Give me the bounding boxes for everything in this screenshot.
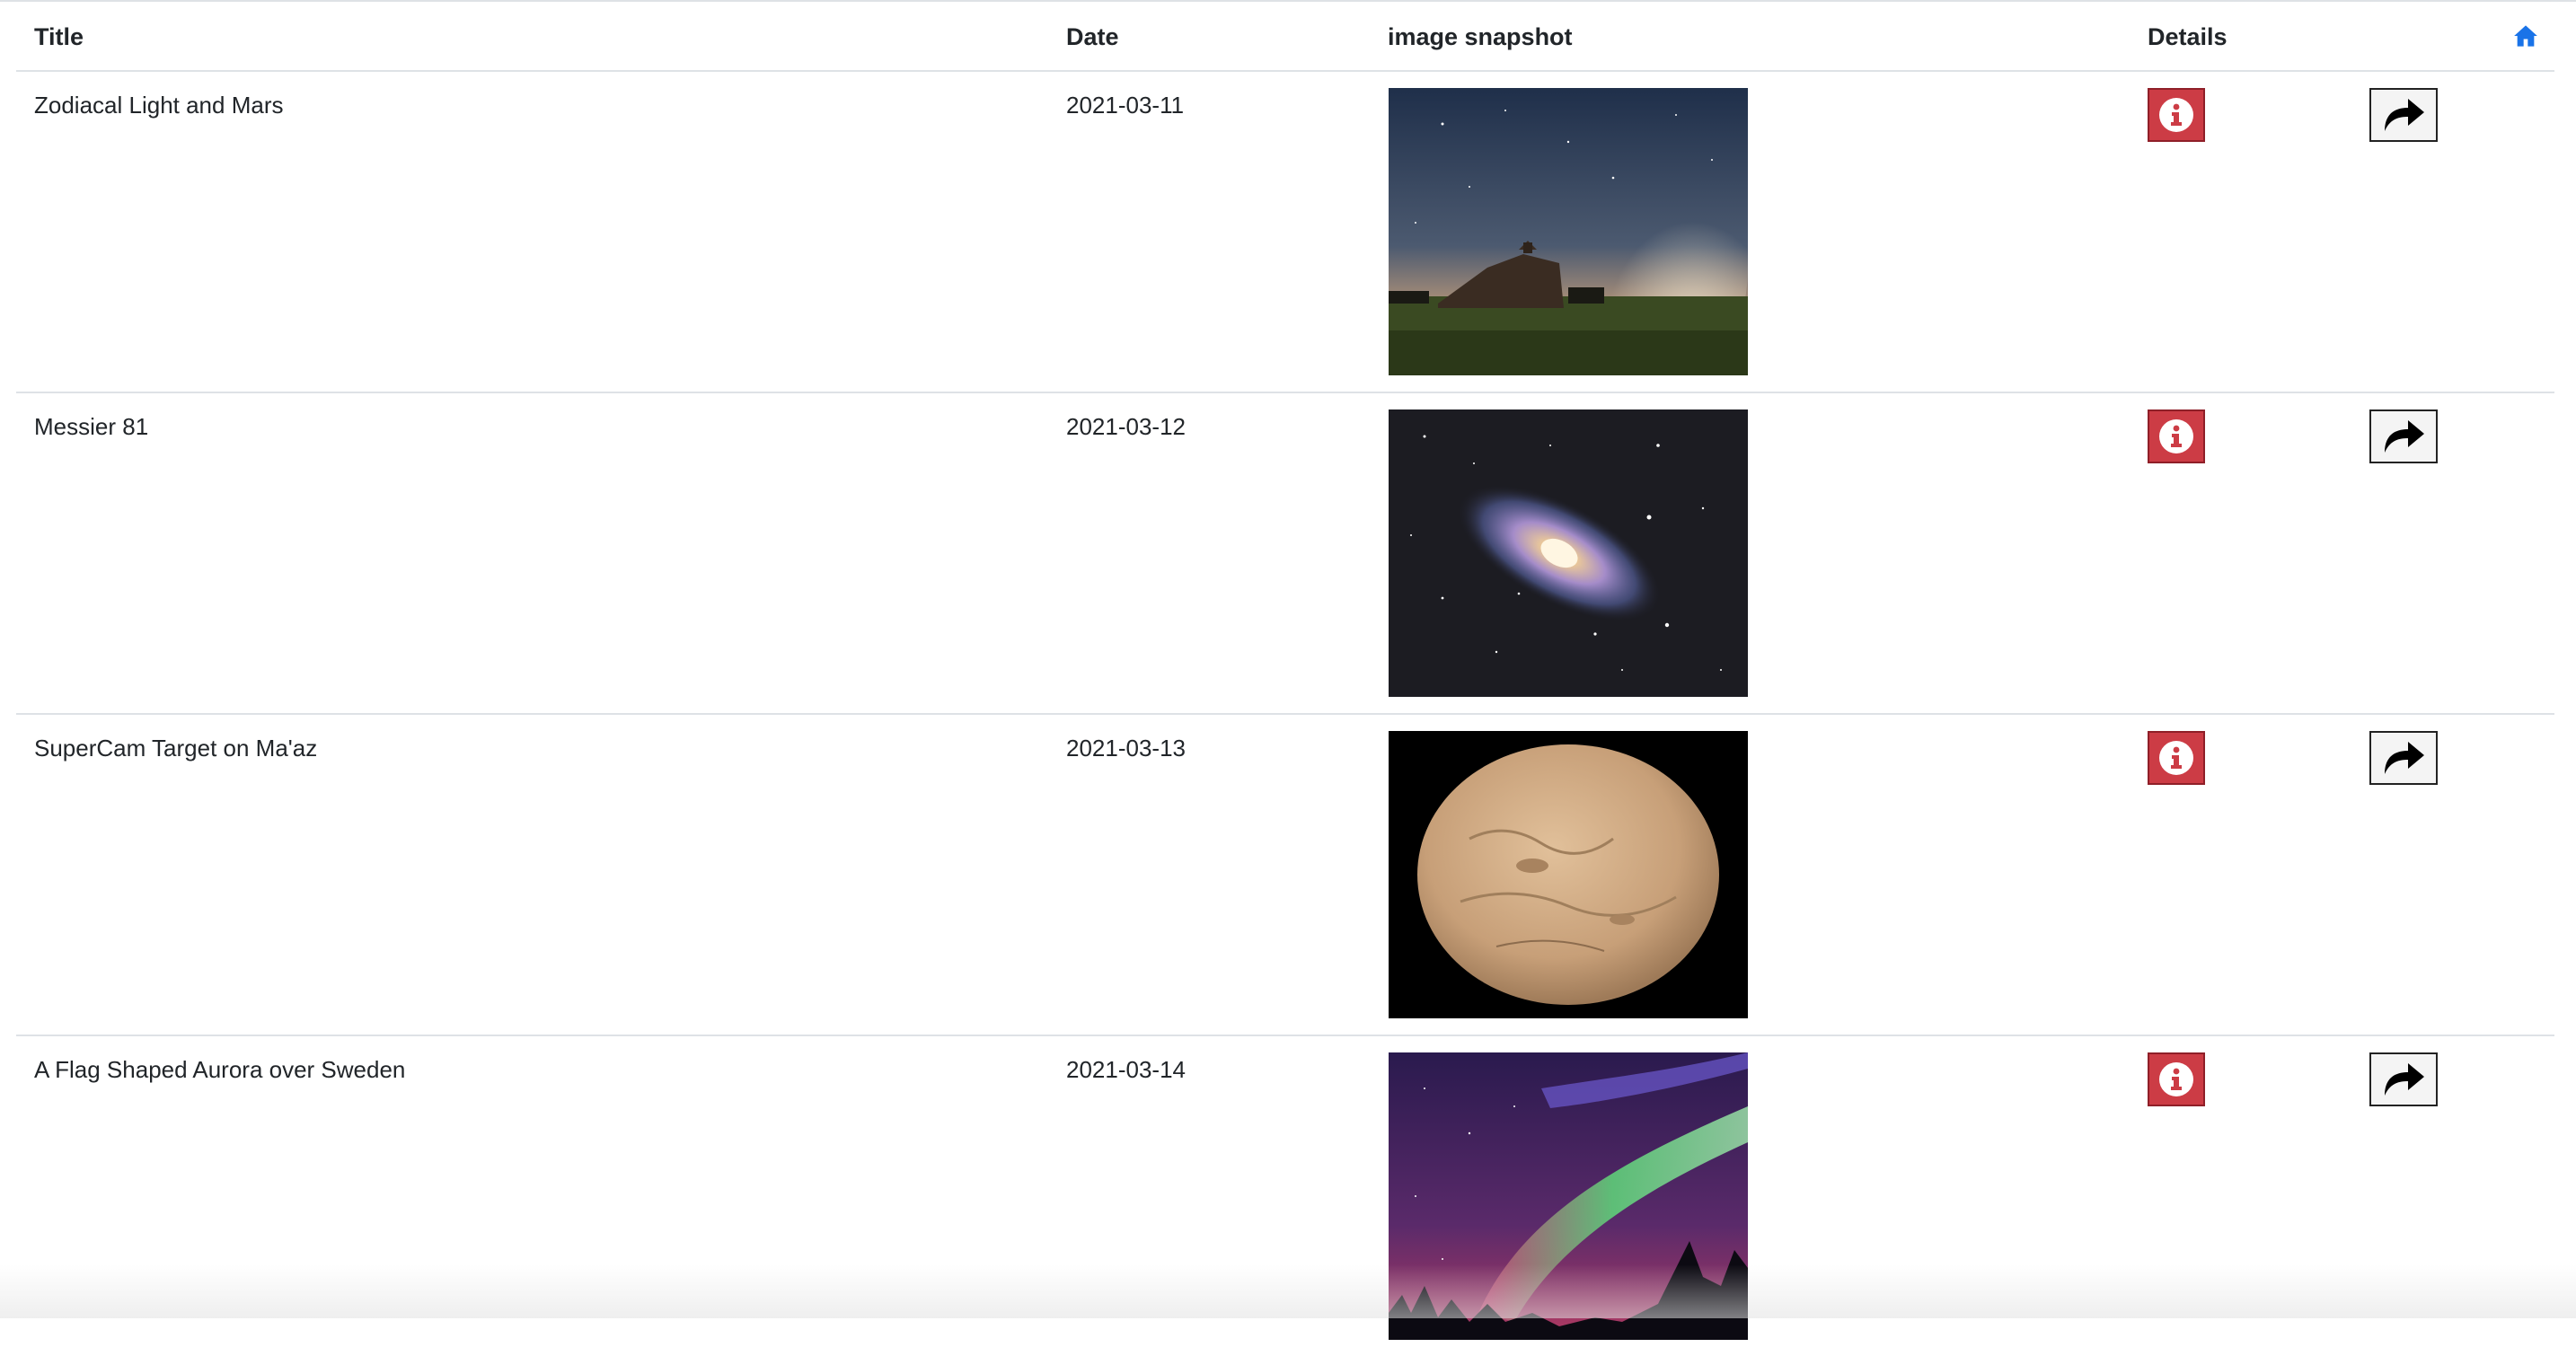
- details-info-button[interactable]: [2148, 731, 2205, 785]
- row-date: 2021-03-12: [1066, 413, 1186, 440]
- share-arrow-icon: [2385, 99, 2424, 131]
- table-header: Title Date image snapshot Details: [16, 0, 2554, 72]
- details-info-button[interactable]: [2148, 1052, 2205, 1106]
- table-row: SuperCam Target on Ma'az 2021-03-13: [16, 715, 2554, 1036]
- share-button[interactable]: [2369, 1052, 2438, 1106]
- row-title: A Flag Shaped Aurora over Sweden: [34, 1056, 406, 1083]
- column-header-title: Title: [34, 23, 84, 50]
- row-title: Messier 81: [34, 413, 149, 440]
- image-snapshot-zodiacal-light[interactable]: [1389, 88, 1748, 375]
- share-arrow-icon: [2385, 420, 2424, 453]
- row-title: Zodiacal Light and Mars: [34, 92, 284, 119]
- row-date: 2021-03-14: [1066, 1056, 1186, 1083]
- share-button[interactable]: [2369, 409, 2438, 463]
- table-row: Messier 81 2021-03-12: [16, 393, 2554, 715]
- info-icon: [2159, 1062, 2193, 1096]
- column-header-snapshot: image snapshot: [1388, 23, 1573, 50]
- info-icon: [2159, 419, 2193, 453]
- image-snapshot-messier-81[interactable]: [1389, 409, 1748, 697]
- home-icon[interactable]: [2513, 23, 2538, 48]
- image-snapshot-supercam-target[interactable]: [1389, 731, 1748, 1018]
- column-header-date: Date: [1066, 23, 1119, 50]
- details-info-button[interactable]: [2148, 409, 2205, 463]
- table-row: Zodiacal Light and Mars 2021-03-11: [16, 72, 2554, 393]
- details-info-button[interactable]: [2148, 88, 2205, 142]
- column-header-details: Details: [2148, 23, 2228, 50]
- share-arrow-icon: [2385, 742, 2424, 774]
- share-button[interactable]: [2369, 731, 2438, 785]
- info-icon: [2159, 98, 2193, 132]
- row-date: 2021-03-13: [1066, 735, 1186, 762]
- info-icon: [2159, 741, 2193, 775]
- share-arrow-icon: [2385, 1063, 2424, 1096]
- table-row: A Flag Shaped Aurora over Sweden 2021-03…: [16, 1036, 2554, 1356]
- share-button[interactable]: [2369, 88, 2438, 142]
- image-snapshot-aurora-sweden[interactable]: [1389, 1052, 1748, 1340]
- row-title: SuperCam Target on Ma'az: [34, 735, 318, 762]
- row-date: 2021-03-11: [1066, 92, 1185, 119]
